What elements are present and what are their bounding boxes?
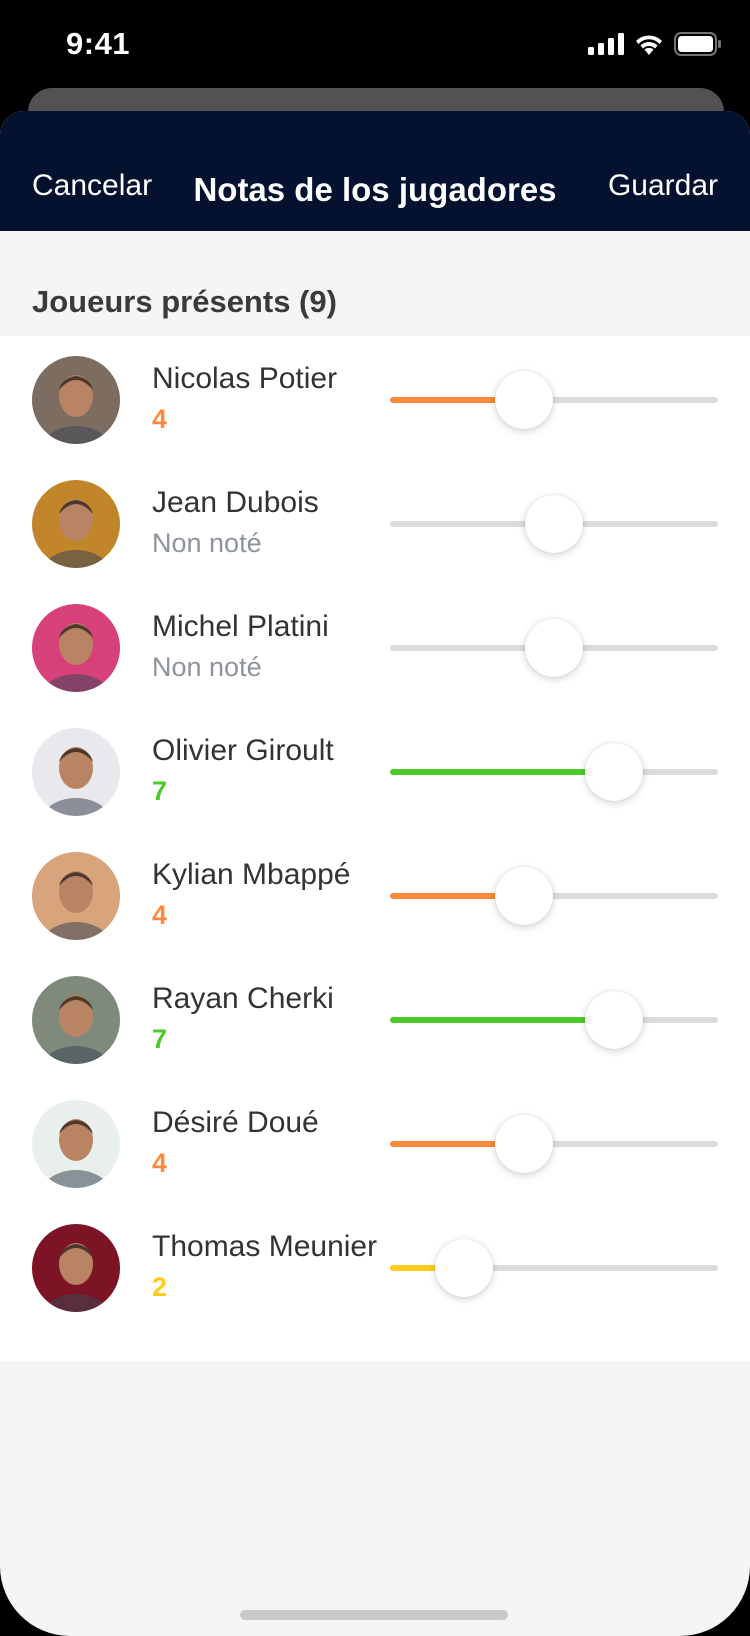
player-avatar — [32, 852, 120, 940]
slider-thumb[interactable] — [495, 867, 553, 925]
slider-thumb[interactable] — [495, 1115, 553, 1173]
player-name: Olivier Giroult — [152, 734, 334, 767]
wifi-icon — [636, 35, 662, 55]
player-rating: 4 — [152, 1148, 168, 1178]
player-rating: 4 — [152, 404, 168, 434]
player-row: Nicolas Potier 4 — [0, 338, 750, 462]
rating-slider[interactable] — [390, 991, 718, 1049]
player-row: Jean Dubois Non noté — [0, 462, 750, 586]
player-rating: Non noté — [152, 528, 262, 558]
player-avatar — [32, 604, 120, 692]
rating-slider[interactable] — [390, 371, 718, 429]
home-indicator[interactable] — [240, 1610, 508, 1620]
player-rating: 7 — [152, 1024, 168, 1054]
player-name: Nicolas Potier — [152, 362, 338, 395]
navigation-bar: Cancelar Notas de los jugadores Guardar — [0, 111, 750, 231]
player-name: Jean Dubois — [152, 486, 319, 519]
player-avatar — [32, 976, 120, 1064]
slider-thumb[interactable] — [585, 991, 643, 1049]
player-row: Thomas Meunier 2 — [0, 1206, 750, 1330]
player-ratings-sheet: Cancelar Notas de los jugadores Guardar … — [0, 111, 750, 1636]
player-avatar — [32, 1100, 120, 1188]
player-name: Désiré Doué — [152, 1106, 319, 1139]
player-avatar — [32, 728, 120, 816]
player-rating: 2 — [152, 1272, 168, 1302]
slider-fill — [390, 769, 614, 775]
player-rating: 7 — [152, 776, 168, 806]
slider-thumb[interactable] — [525, 495, 583, 553]
rating-slider[interactable] — [390, 1239, 718, 1297]
slider-thumb[interactable] — [525, 619, 583, 677]
player-avatar — [32, 356, 120, 444]
save-button[interactable]: Guardar — [608, 169, 718, 203]
status-bar: 9:41 — [0, 0, 750, 88]
player-name: Michel Platini — [152, 610, 329, 643]
rating-slider[interactable] — [390, 1115, 718, 1173]
cellular-signal-icon — [588, 33, 624, 55]
status-time: 9:41 — [66, 26, 131, 61]
slider-fill — [390, 1017, 614, 1023]
rating-slider[interactable] — [390, 619, 718, 677]
slider-thumb[interactable] — [585, 743, 643, 801]
player-list: Nicolas Potier 4 Jean Dubois Non noté Michel… — [0, 336, 750, 1361]
rating-slider[interactable] — [390, 743, 718, 801]
player-name: Rayan Cherki — [152, 982, 334, 1015]
player-avatar — [32, 1224, 120, 1312]
slider-thumb[interactable] — [435, 1239, 493, 1297]
slider-thumb[interactable] — [495, 371, 553, 429]
player-rating: 4 — [152, 900, 168, 930]
rating-slider[interactable] — [390, 867, 718, 925]
player-row: Rayan Cherki 7 — [0, 958, 750, 1082]
status-icons — [588, 32, 722, 56]
section-header: Joueurs présents (9) — [32, 284, 337, 319]
player-row: Olivier Giroult 7 — [0, 710, 750, 834]
player-name: Thomas Meunier — [152, 1230, 378, 1263]
player-rating: Non noté — [152, 652, 262, 682]
player-row: Michel Platini Non noté — [0, 586, 750, 710]
rating-slider[interactable] — [390, 495, 718, 553]
player-row: Kylian Mbappé 4 — [0, 834, 750, 958]
player-row: Désiré Doué 4 — [0, 1082, 750, 1206]
battery-icon — [674, 32, 721, 56]
player-avatar — [32, 480, 120, 568]
player-name: Kylian Mbappé — [152, 858, 351, 891]
